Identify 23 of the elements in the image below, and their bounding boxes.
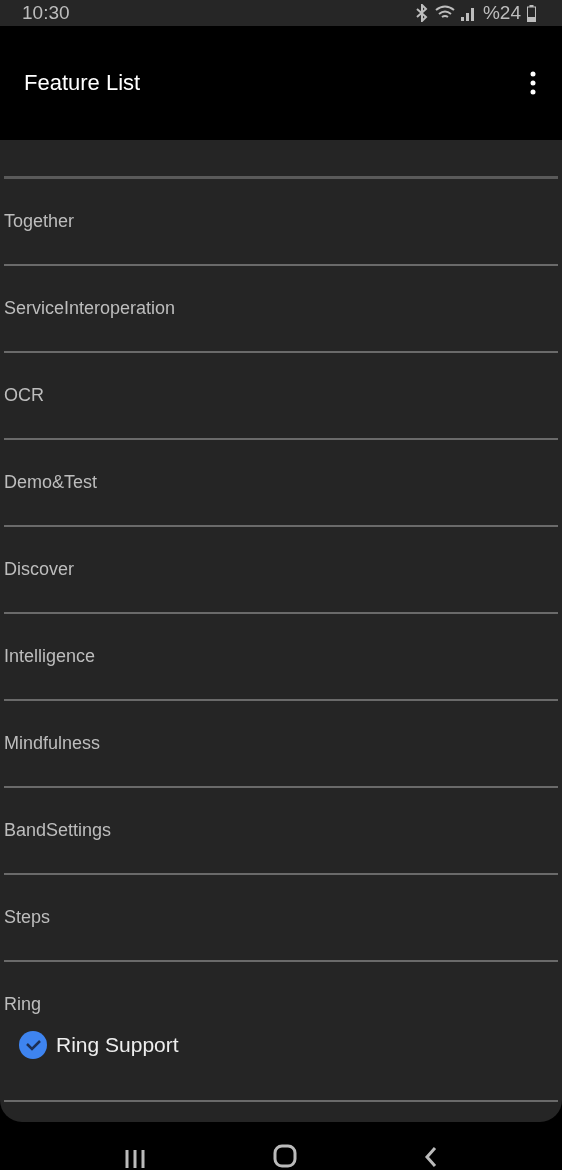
wifi-icon xyxy=(434,5,455,21)
option-label: Ring Support xyxy=(56,1033,179,1057)
checkbox[interactable] xyxy=(18,1030,48,1060)
feature-name[interactable]: OCR xyxy=(4,381,44,438)
battery-icon xyxy=(527,4,536,22)
signal-icon xyxy=(460,5,477,21)
feature-name[interactable]: Discover xyxy=(4,555,74,612)
feature-name[interactable]: BandSettings xyxy=(4,816,112,873)
bluetooth-icon xyxy=(414,4,429,22)
home-button[interactable] xyxy=(273,1144,297,1168)
feature-name[interactable]: Ring xyxy=(4,990,42,1018)
recent-apps-button[interactable] xyxy=(123,1148,147,1168)
screen-title: Feature List xyxy=(24,70,141,96)
back-button[interactable] xyxy=(423,1146,439,1168)
feature-name[interactable]: Steps xyxy=(4,903,51,960)
feature-name[interactable]: Together xyxy=(4,207,75,264)
status-time: 10:30 xyxy=(22,2,70,24)
feature-name[interactable]: ServiceInteroperation xyxy=(4,294,176,351)
feature-name[interactable]: Mindfulness xyxy=(4,729,101,786)
battery-percent: %24 xyxy=(482,2,521,24)
feature-name[interactable]: Demo&Test xyxy=(4,468,98,525)
feature-name[interactable]: Intelligence xyxy=(4,642,96,699)
more-icon xyxy=(530,71,536,95)
